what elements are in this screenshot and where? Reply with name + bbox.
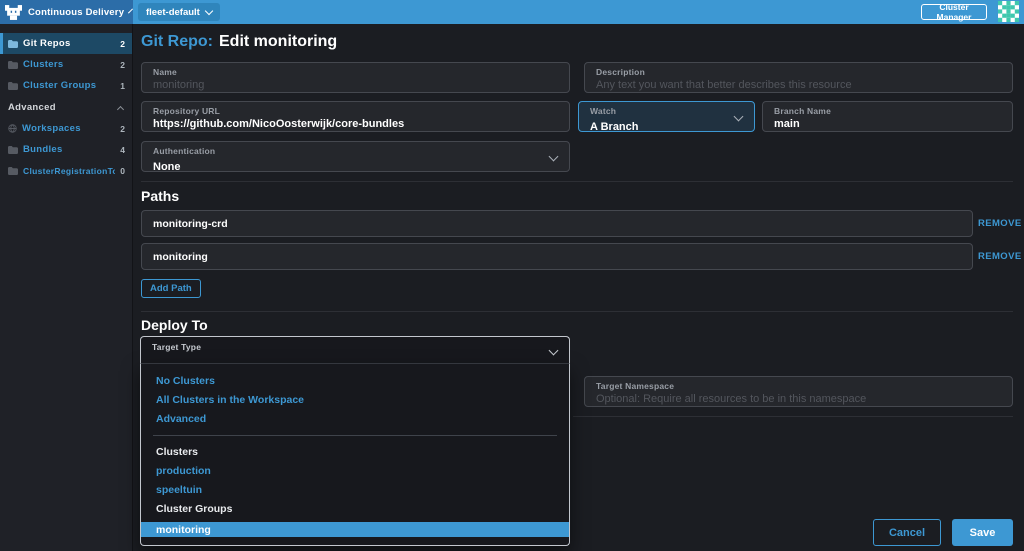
sidebar-item-label: Bundles (23, 144, 63, 155)
sidebar-item-count: 2 (120, 59, 125, 70)
dropdown-divider (153, 435, 557, 436)
path-input[interactable] (153, 217, 961, 230)
folder-icon (8, 60, 18, 69)
page-title-name: Edit monitoring (219, 33, 338, 50)
authentication-value: None (153, 161, 181, 173)
path-row (141, 210, 973, 237)
sidebar: Git Repos 2 Clusters 2 Cluster Groups 1 … (0, 24, 133, 551)
target-type-dropdown: No Clusters All Clusters in the Workspac… (140, 363, 570, 546)
watch-select[interactable]: Watch A Branch (578, 101, 755, 133)
description-label: Description (596, 67, 645, 77)
dropdown-option-advanced[interactable]: Advanced (141, 409, 569, 428)
authentication-label: Authentication (153, 146, 216, 156)
folder-icon (8, 145, 18, 154)
folder-icon (8, 81, 18, 90)
page-title-prefix: Git Repo: (141, 33, 213, 50)
authentication-select[interactable]: Authentication None (141, 141, 570, 173)
workspace-selector-label: fleet-default (146, 6, 200, 18)
sidebar-item-workspaces[interactable]: Workspaces 2 (0, 118, 132, 139)
sidebar-item-count: 1 (120, 80, 125, 91)
user-avatar-icon[interactable] (998, 1, 1019, 22)
sidebar-item-cluster-registration-tokens[interactable]: ClusterRegistrationTokens 0 (0, 160, 132, 181)
sidebar-item-git-repos[interactable]: Git Repos 2 (0, 33, 132, 54)
path-row (141, 243, 973, 270)
product-label: Continuous Delivery (28, 6, 125, 18)
dropdown-option-no-clusters[interactable]: No Clusters (141, 371, 569, 390)
cancel-button[interactable]: Cancel (873, 519, 941, 546)
target-namespace-input[interactable] (596, 392, 1001, 406)
branch-name-field: Branch Name (762, 101, 1013, 132)
target-type-select[interactable]: Target Type (140, 336, 570, 363)
sidebar-group-label: Advanced (8, 102, 56, 113)
sidebar-group-advanced[interactable]: Advanced (0, 97, 132, 118)
repository-url-input[interactable] (153, 117, 558, 131)
sidebar-item-label: Git Repos (23, 38, 71, 49)
chevron-down-icon (204, 6, 214, 15)
chevron-up-icon (116, 105, 125, 113)
sidebar-item-clusters[interactable]: Clusters 2 (0, 54, 132, 75)
cluster-manager-label: Cluster Manager (936, 2, 972, 22)
remove-path-button[interactable]: REMOVE (978, 218, 1022, 229)
repository-url-label: Repository URL (153, 106, 221, 116)
section-divider (141, 311, 1013, 312)
dropdown-group-clusters: Clusters (156, 445, 199, 458)
name-field: Name (141, 62, 570, 93)
folder-icon (8, 39, 18, 48)
sidebar-item-count: 0 (120, 165, 125, 176)
section-divider (141, 181, 1013, 182)
sidebar-item-count: 2 (120, 38, 125, 49)
dropdown-option-production[interactable]: production (141, 461, 569, 480)
folder-icon (8, 166, 18, 175)
target-type-label: Target Type (152, 342, 202, 352)
path-input[interactable] (153, 250, 961, 263)
remove-path-button[interactable]: REMOVE (978, 251, 1022, 262)
add-path-button[interactable]: Add Path (141, 279, 201, 298)
description-field: Description (584, 62, 1013, 93)
sidebar-item-label: Clusters (23, 59, 64, 70)
watch-value: A Branch (590, 121, 639, 133)
paths-heading: Paths (141, 188, 180, 204)
sidebar-item-cluster-groups[interactable]: Cluster Groups 1 (0, 75, 132, 96)
cluster-manager-button[interactable]: Cluster Manager (921, 2, 987, 22)
dropdown-option-monitoring[interactable]: monitoring (141, 522, 569, 537)
repository-url-field: Repository URL (141, 101, 570, 132)
name-input[interactable] (153, 78, 558, 92)
branch-name-label: Branch Name (774, 106, 831, 116)
globe-icon (8, 124, 17, 133)
target-namespace-label: Target Namespace (596, 381, 675, 391)
workspace-selector[interactable]: fleet-default (138, 3, 220, 21)
sidebar-item-bundles[interactable]: Bundles 4 (0, 139, 132, 160)
branch-name-input[interactable] (774, 117, 1001, 131)
dropdown-option-speeltuin[interactable]: speeltuin (141, 480, 569, 499)
save-button[interactable]: Save (952, 519, 1013, 546)
sidebar-item-label: Cluster Groups (23, 80, 97, 91)
page-title: Git Repo: Edit monitoring (141, 33, 337, 51)
deploy-to-heading: Deploy To (141, 317, 208, 333)
section-divider (573, 416, 1013, 417)
product-menu[interactable]: Continuous Delivery (0, 0, 134, 24)
sidebar-item-count: 4 (120, 144, 125, 155)
dropdown-option-all-clusters[interactable]: All Clusters in the Workspace (141, 390, 569, 409)
description-input[interactable] (596, 78, 1001, 92)
name-label: Name (153, 67, 177, 77)
sidebar-item-count: 2 (120, 123, 125, 134)
rancher-logo-icon (5, 4, 22, 20)
top-bar: Continuous Delivery fleet-default Cluste… (0, 0, 1024, 24)
target-namespace-field: Target Namespace (584, 376, 1013, 407)
chevron-down-icon (128, 8, 134, 13)
sidebar-item-label: ClusterRegistrationTokens (23, 165, 115, 176)
sidebar-item-label: Workspaces (22, 123, 81, 134)
dropdown-group-cluster-groups: Cluster Groups (156, 502, 233, 515)
watch-label: Watch (590, 106, 617, 116)
